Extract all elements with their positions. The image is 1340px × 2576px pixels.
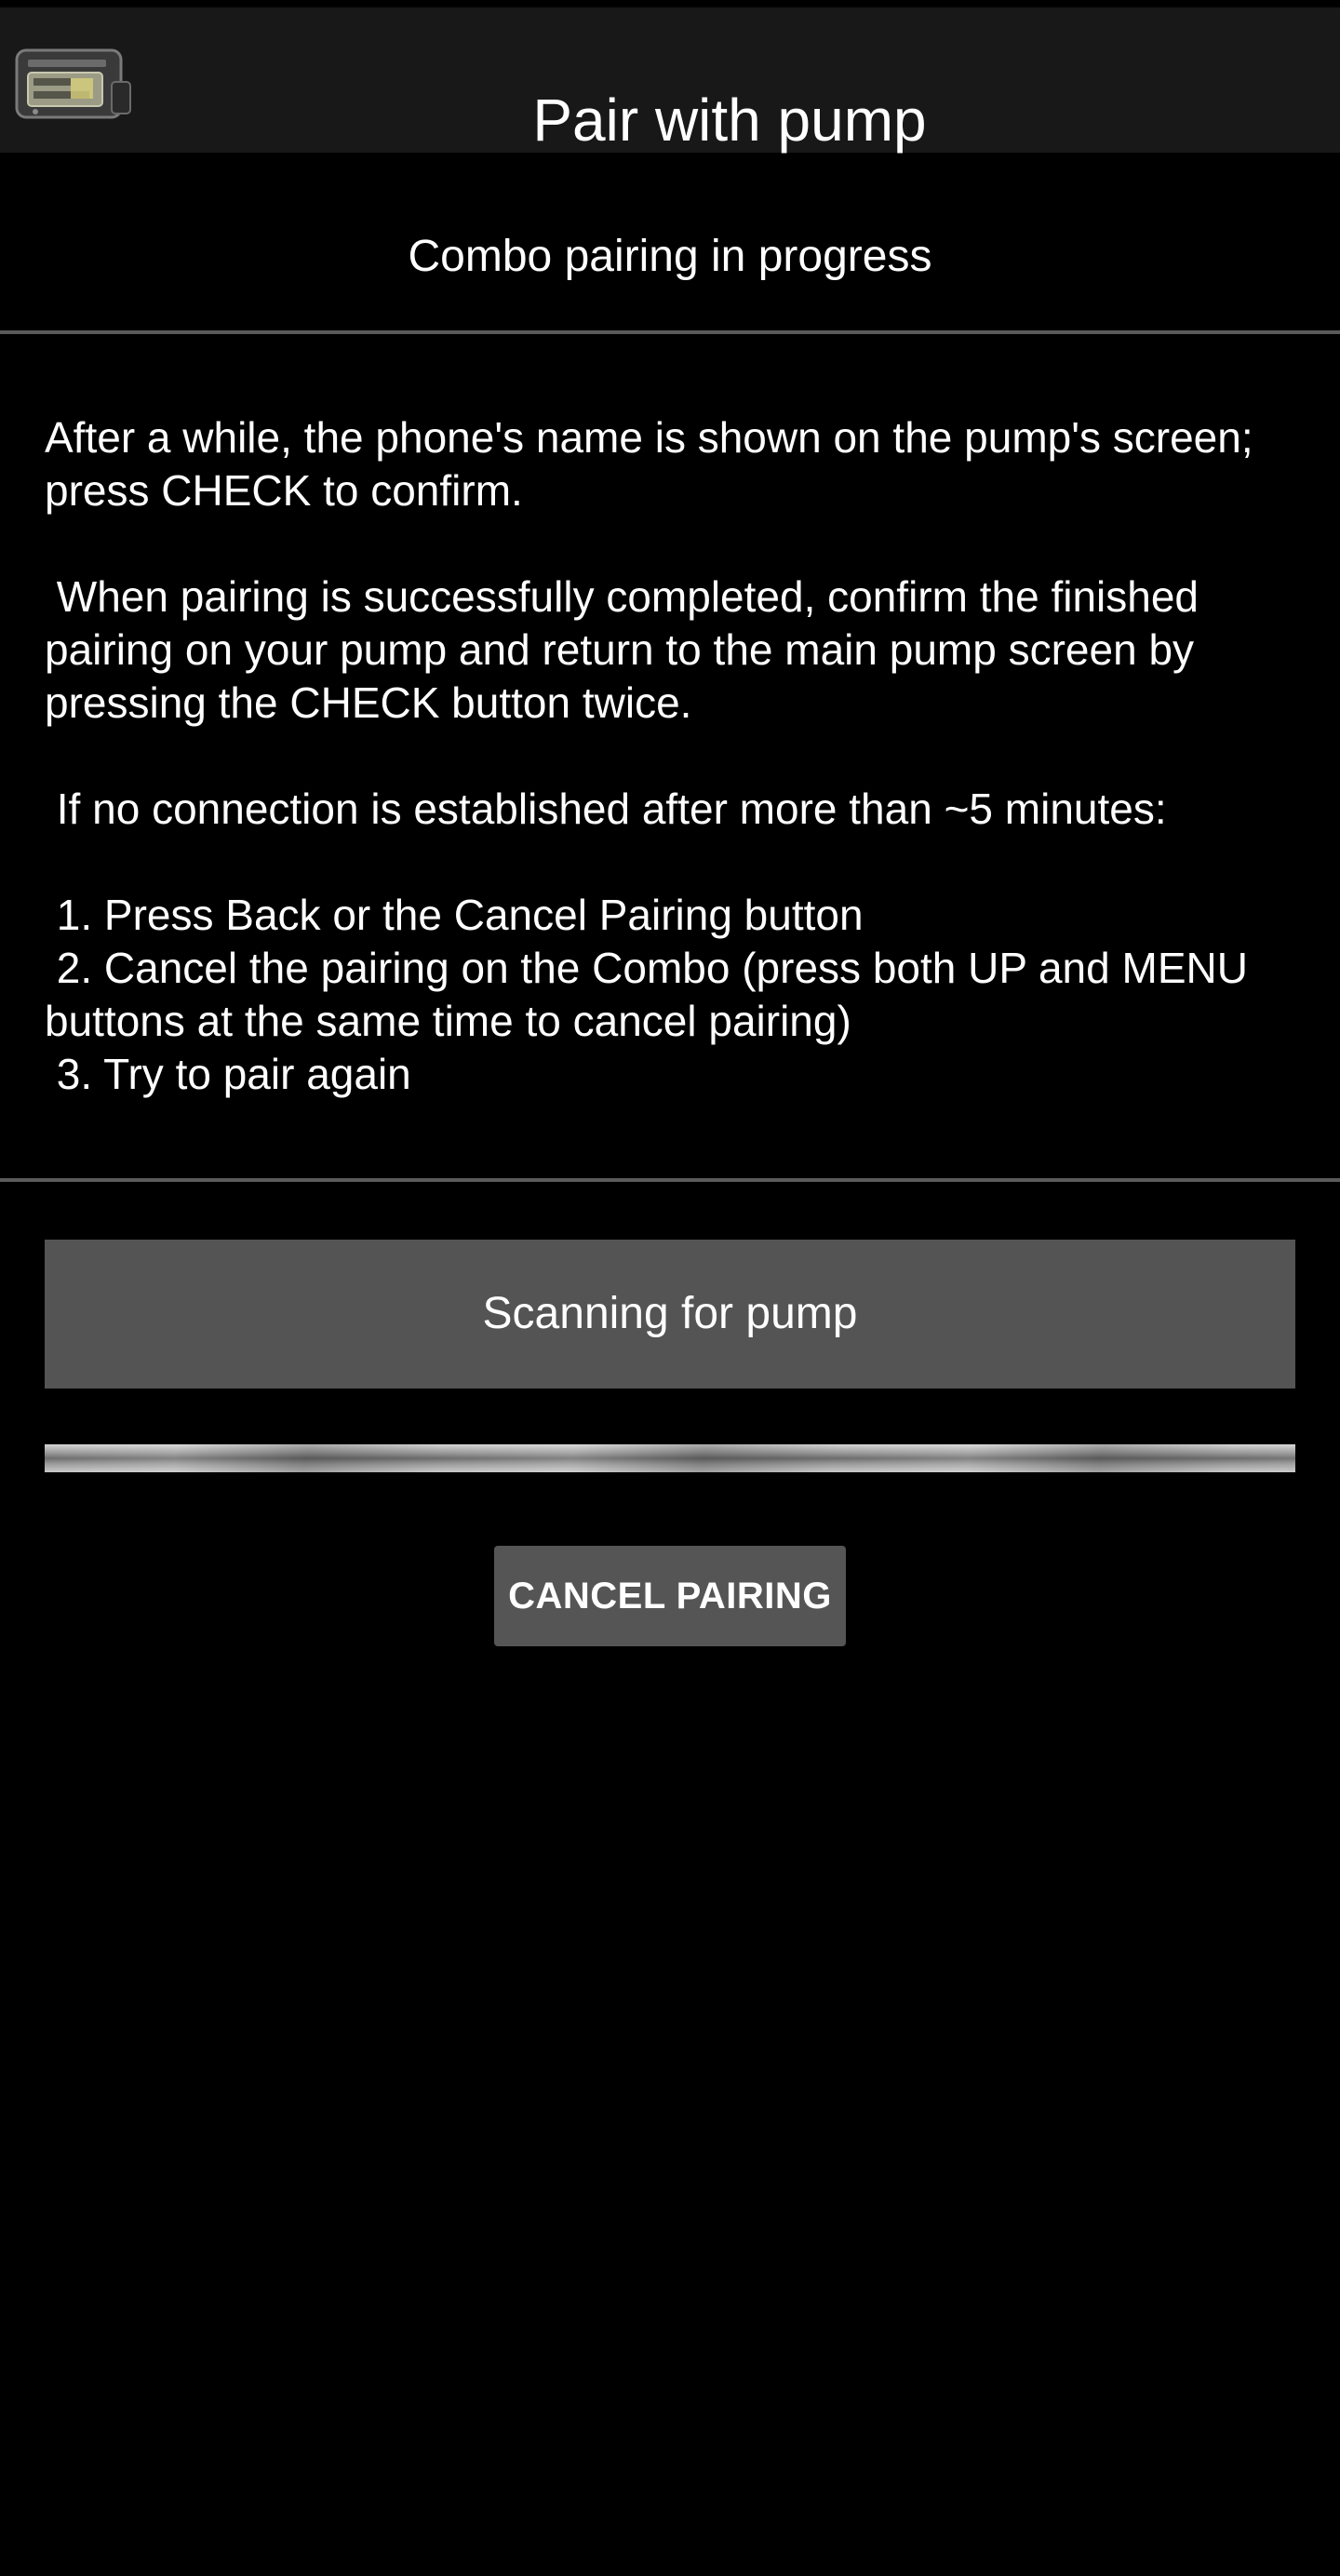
progress-indicator <box>45 1444 1295 1472</box>
instruction-paragraph: If no connection is established after mo… <box>45 785 1167 833</box>
cancel-pairing-button[interactable]: CANCEL PAIRING <box>494 1546 846 1646</box>
instruction-paragraph: After a while, the phone's name is shown… <box>45 413 1266 515</box>
divider <box>0 330 1340 334</box>
scan-status-box: Scanning for pump <box>45 1240 1295 1389</box>
instruction-paragraph: When pairing is successfully completed, … <box>45 572 1211 727</box>
instruction-step: 1. Press Back or the Cancel Pairing butt… <box>45 891 864 939</box>
pairing-status-text: Combo pairing in progress <box>408 232 932 281</box>
progress-bar <box>45 1444 1295 1472</box>
app-bar <box>0 7 1340 153</box>
status-bar <box>0 0 1340 7</box>
insulin-pump-icon <box>15 45 132 123</box>
divider <box>0 1178 1340 1182</box>
pairing-instructions: After a while, the phone's name is shown… <box>45 411 1310 1101</box>
instruction-step: 3. Try to pair again <box>45 1050 411 1098</box>
instruction-step: 2. Cancel the pairing on the Combo (pres… <box>45 944 1260 1045</box>
